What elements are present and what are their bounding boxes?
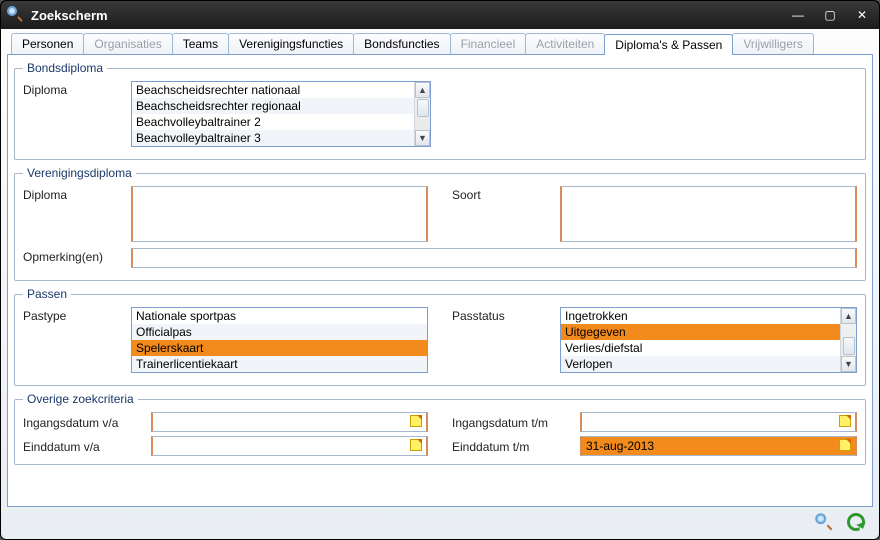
- close-button[interactable]: ✕: [851, 8, 873, 22]
- scroll-down-button[interactable]: ▼: [841, 356, 856, 372]
- tab-diploma-s-passen[interactable]: Diploma's & Passen: [604, 34, 733, 55]
- list-item[interactable]: Uitgegeven: [561, 324, 840, 340]
- reset-button[interactable]: [845, 511, 867, 533]
- group-bondsdiploma: Bondsdiploma Diploma Beachscheidsrechter…: [14, 61, 866, 160]
- listbox-bondsdiploma[interactable]: Beachscheidsrechter nationaalBeachscheid…: [131, 81, 431, 147]
- label-ingang-va: Ingangsdatum v/a: [23, 414, 143, 430]
- tab-panel-diplomas-passen: Bondsdiploma Diploma Beachscheidsrechter…: [7, 55, 873, 507]
- list-item[interactable]: Beachvolleybaltrainer 2: [132, 114, 414, 130]
- calendar-icon[interactable]: [410, 439, 424, 453]
- tab-bondsfuncties[interactable]: Bondsfuncties: [353, 33, 450, 54]
- value-eind-tm: 31-aug-2013: [586, 439, 654, 453]
- recycle-icon: [847, 513, 865, 531]
- list-item[interactable]: Nationale sportpas: [132, 308, 427, 324]
- calendar-icon[interactable]: [839, 439, 853, 453]
- input-ingang-tm[interactable]: [580, 412, 857, 432]
- textbox-vd-diploma[interactable]: [131, 186, 428, 242]
- maximize-button[interactable]: ▢: [819, 8, 841, 22]
- list-item[interactable]: Spelerskaart: [132, 340, 427, 356]
- group-overige: Overige zoekcriteria Ingangsdatum v/a Ei…: [14, 392, 866, 465]
- scroll-up-button[interactable]: ▲: [415, 82, 430, 98]
- tab-organisaties: Organisaties: [83, 33, 172, 54]
- legend-bondsdiploma: Bondsdiploma: [23, 61, 107, 75]
- tabstrip: PersonenOrganisatiesTeamsVerenigingsfunc…: [7, 33, 873, 55]
- label-bondsdiploma-diploma: Diploma: [23, 81, 123, 97]
- tab-teams[interactable]: Teams: [172, 33, 229, 54]
- minimize-button[interactable]: ―: [787, 8, 809, 22]
- list-item[interactable]: Ingetrokken: [561, 308, 840, 324]
- legend-overige: Overige zoekcriteria: [23, 392, 138, 406]
- tab-personen[interactable]: Personen: [11, 33, 84, 54]
- input-eind-va[interactable]: [151, 436, 428, 456]
- input-vd-opmerking[interactable]: [131, 248, 857, 268]
- legend-passen: Passen: [23, 287, 71, 301]
- list-item[interactable]: Officialpas: [132, 324, 427, 340]
- label-vd-diploma: Diploma: [23, 186, 123, 202]
- scrollbar-bondsdiploma[interactable]: ▲ ▼: [414, 82, 430, 146]
- list-item[interactable]: Beachscheidsrechter regionaal: [132, 98, 414, 114]
- bottom-toolbar: [7, 507, 873, 533]
- app-icon: [7, 6, 25, 24]
- group-verenigingsdiploma: Verenigingsdiploma Diploma Soort: [14, 166, 866, 281]
- label-pastype: Pastype: [23, 307, 123, 323]
- window-title: Zoekscherm: [31, 8, 787, 23]
- tab-vrijwilligers: Vrijwilligers: [732, 33, 814, 54]
- scrollbar-passtatus[interactable]: ▲ ▼: [840, 308, 856, 372]
- list-item[interactable]: Trainerlicentiekaart: [132, 356, 427, 372]
- titlebar: Zoekscherm ― ▢ ✕: [1, 1, 879, 29]
- scroll-down-button[interactable]: ▼: [415, 130, 430, 146]
- label-passtatus: Passtatus: [452, 307, 552, 323]
- tab-verenigingsfuncties[interactable]: Verenigingsfuncties: [228, 33, 354, 54]
- calendar-icon[interactable]: [839, 415, 853, 429]
- scroll-up-button[interactable]: ▲: [841, 308, 856, 324]
- label-eind-tm: Einddatum t/m: [452, 438, 572, 454]
- tab-financieel: Financieel: [450, 33, 527, 54]
- label-vd-opmerking: Opmerking(en): [23, 248, 123, 264]
- label-eind-va: Einddatum v/a: [23, 438, 143, 454]
- textbox-vd-soort[interactable]: [560, 186, 857, 242]
- list-item[interactable]: Beachscheidsrechter nationaal: [132, 82, 414, 98]
- listbox-passtatus[interactable]: IngetrokkenUitgegevenVerlies/diefstalVer…: [560, 307, 857, 373]
- listbox-pastype[interactable]: Nationale sportpasOfficialpasSpelerskaar…: [131, 307, 428, 373]
- list-item[interactable]: Beachvolleybaltrainer 3: [132, 130, 414, 146]
- calendar-icon[interactable]: [410, 415, 424, 429]
- window: Zoekscherm ― ▢ ✕ PersonenOrganisatiesTea…: [0, 0, 880, 540]
- label-ingang-tm: Ingangsdatum t/m: [452, 414, 572, 430]
- input-eind-tm[interactable]: 31-aug-2013: [580, 436, 857, 456]
- scroll-thumb[interactable]: [417, 99, 429, 117]
- list-item[interactable]: Verlopen: [561, 356, 840, 372]
- input-ingang-va[interactable]: [151, 412, 428, 432]
- search-button[interactable]: [813, 511, 835, 533]
- client-area: PersonenOrganisatiesTeamsVerenigingsfunc…: [1, 29, 879, 539]
- tab-activiteiten: Activiteiten: [525, 33, 605, 54]
- scroll-thumb[interactable]: [843, 337, 855, 355]
- group-passen: Passen Pastype Nationale sportpasOfficia…: [14, 287, 866, 386]
- legend-verenigingsdiploma: Verenigingsdiploma: [23, 166, 136, 180]
- titlebar-buttons: ― ▢ ✕: [787, 8, 873, 22]
- label-vd-soort: Soort: [452, 186, 552, 202]
- list-item[interactable]: Verlies/diefstal: [561, 340, 840, 356]
